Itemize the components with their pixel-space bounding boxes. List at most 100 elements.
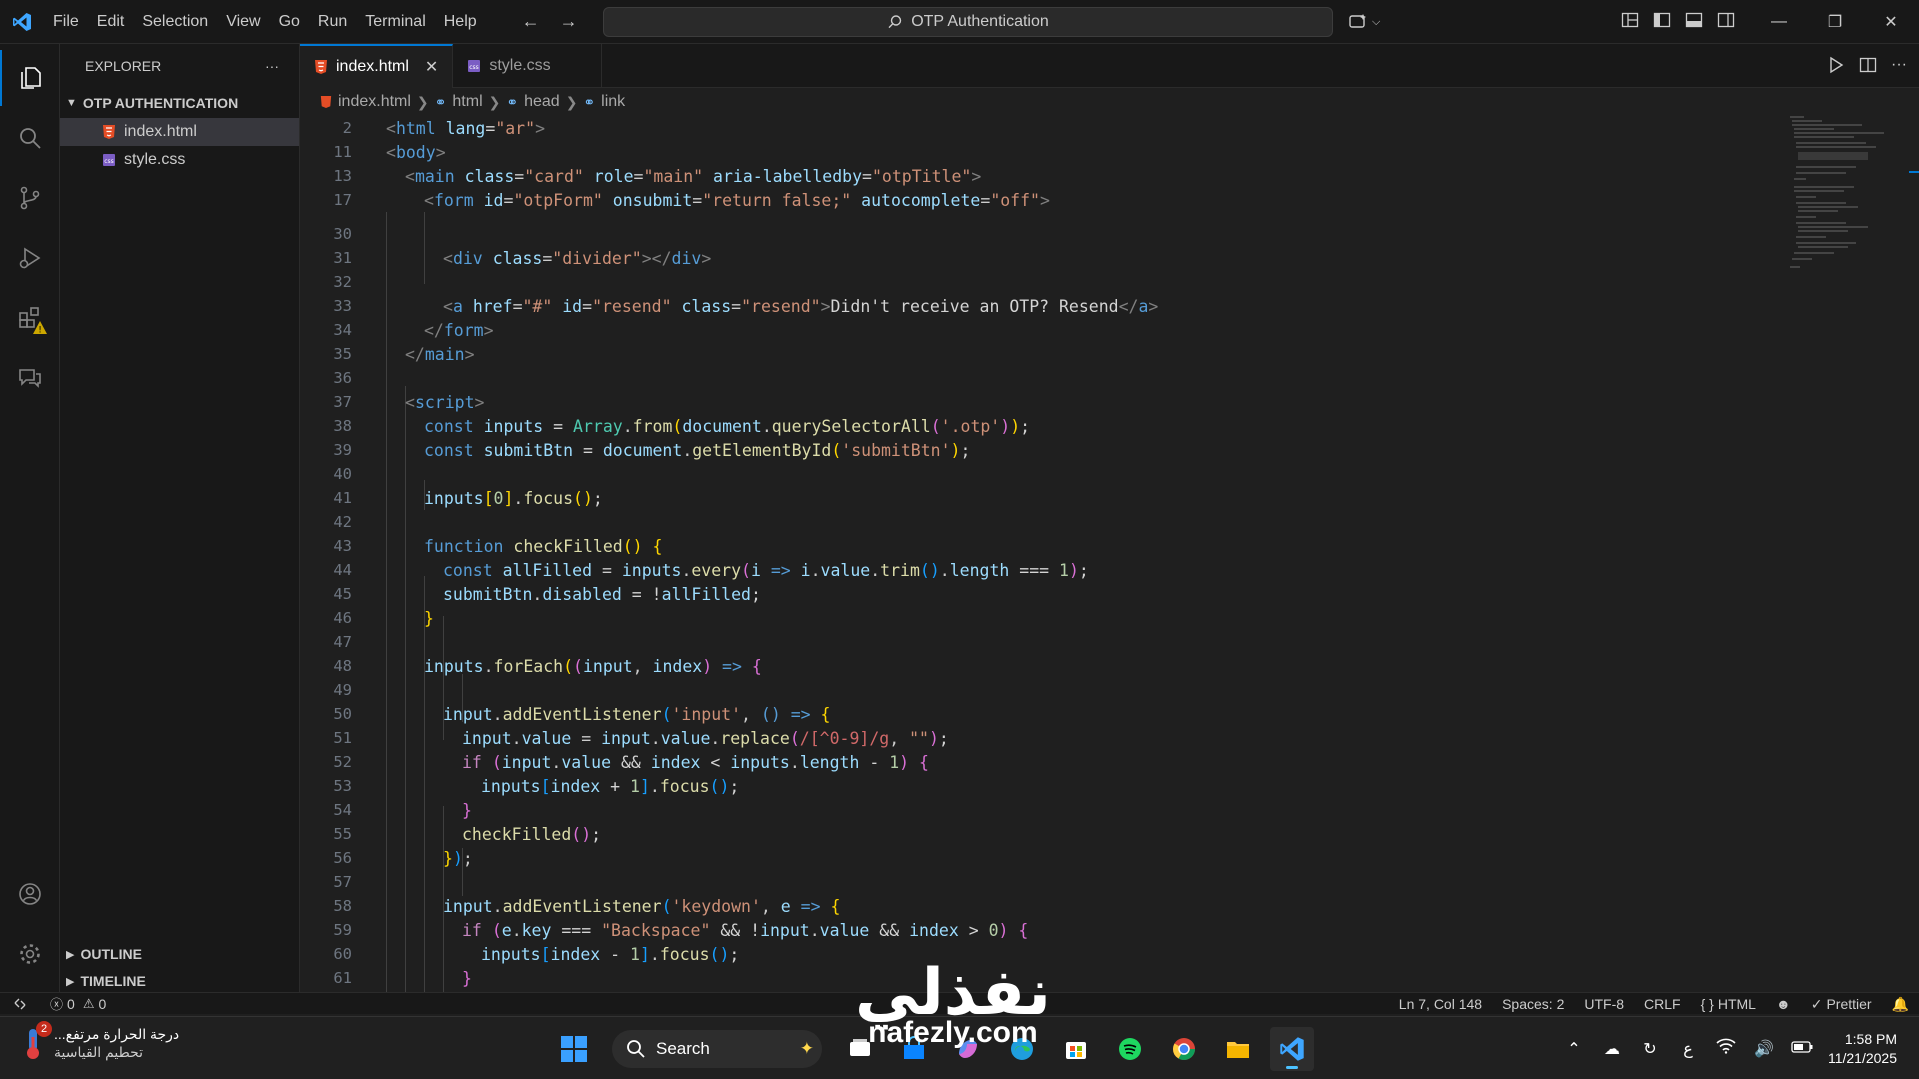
toggle-secondary-sidebar-icon[interactable] xyxy=(1716,10,1736,30)
microsoft-store-icon[interactable] xyxy=(1054,1027,1098,1071)
code-token: </ xyxy=(1118,296,1139,316)
breadcrumb-item[interactable]: link xyxy=(601,93,625,111)
indentation[interactable]: Spaces: 2 xyxy=(1492,996,1574,1012)
menu-view[interactable]: View xyxy=(217,13,269,31)
remote-indicator-icon[interactable] xyxy=(0,993,40,1015)
code-token: div xyxy=(671,248,702,268)
chevron-right-icon: ❯ xyxy=(565,93,578,110)
problems-indicator[interactable]: ⓧ 0 ⚠ 0 xyxy=(40,994,116,1013)
code-token: && xyxy=(611,752,651,772)
input-language[interactable]: ع xyxy=(1676,1039,1700,1059)
code-token: allFilled xyxy=(502,560,593,580)
weather-widget[interactable]: 2 درجة الحرارة مرتفع... تحطيم القياسية xyxy=(20,1021,179,1061)
code-token: "card" xyxy=(524,166,584,186)
battery-icon[interactable] xyxy=(1790,1040,1814,1058)
menu-run[interactable]: Run xyxy=(309,13,356,31)
line-number: 40 xyxy=(333,465,352,483)
tab-style-css[interactable]: css style.css xyxy=(453,44,602,88)
menu-file[interactable]: File xyxy=(44,13,88,31)
search-view-icon[interactable] xyxy=(0,110,60,166)
status-bar-right: Ln 7, Col 148 Spaces: 2 UTF-8 CRLF { } HT… xyxy=(1389,993,1919,1015)
code-token: index xyxy=(550,944,601,964)
vscode-taskbar-icon[interactable] xyxy=(1270,1027,1314,1071)
code-token: if xyxy=(462,752,482,772)
sync-icon[interactable]: ↻ xyxy=(1638,1039,1662,1059)
menu-edit[interactable]: Edit xyxy=(88,13,134,31)
timeline-section-header[interactable]: ▶ TIMELINE xyxy=(60,970,300,992)
run-debug-icon[interactable] xyxy=(0,230,60,286)
menu-selection[interactable]: Selection xyxy=(133,13,217,31)
explorer-icon[interactable] xyxy=(0,50,60,106)
menu-help[interactable]: Help xyxy=(435,13,486,31)
code-token: inputs xyxy=(730,752,790,772)
menu-terminal[interactable]: Terminal xyxy=(356,13,434,31)
split-editor-icon[interactable] xyxy=(1859,56,1877,74)
breadcrumb-item[interactable]: index.html xyxy=(338,93,411,111)
end-of-line[interactable]: CRLF xyxy=(1634,996,1691,1012)
html-file-icon xyxy=(103,125,115,139)
minimap[interactable] xyxy=(1790,116,1910,316)
spotify-icon[interactable] xyxy=(1108,1027,1152,1071)
copilot-status-icon[interactable]: ☻ xyxy=(1766,996,1801,1012)
code-token: i xyxy=(800,560,811,580)
folder-section-header[interactable]: ▼ OTP AUTHENTICATION xyxy=(60,92,299,114)
chat-icon[interactable] xyxy=(0,350,60,406)
onedrive-cloud-icon[interactable]: ☁ xyxy=(1600,1039,1624,1059)
more-actions-icon[interactable]: ··· xyxy=(265,58,279,74)
wifi-icon[interactable] xyxy=(1714,1038,1738,1059)
code-line: 35 </main> xyxy=(300,342,1780,366)
breadcrumb-item[interactable]: html xyxy=(452,93,482,111)
code-token: === xyxy=(1009,560,1059,580)
windows-start-icon[interactable] xyxy=(552,1027,596,1071)
close-window-icon[interactable]: ✕ xyxy=(1863,0,1919,44)
code-token: 0 xyxy=(988,920,999,940)
line-number: 46 xyxy=(333,609,352,627)
volume-icon[interactable]: 🔊 xyxy=(1752,1039,1776,1059)
html-file-icon xyxy=(315,60,327,74)
menu-go[interactable]: Go xyxy=(270,13,309,31)
settings-gear-icon[interactable] xyxy=(0,926,60,982)
close-tab-icon[interactable]: ✕ xyxy=(425,57,438,77)
code-token: script xyxy=(414,392,475,412)
tab-index-html[interactable]: index.html ✕ xyxy=(300,44,454,88)
toggle-panel-icon[interactable] xyxy=(1684,10,1704,30)
notifications-bell-icon[interactable]: 🔔 xyxy=(1882,996,1919,1013)
file-item-index-html[interactable]: index.html xyxy=(60,118,299,146)
command-center-search[interactable]: OTP Authentication xyxy=(603,7,1333,37)
language-mode[interactable]: { } HTML xyxy=(1691,996,1766,1012)
code-token: && ! xyxy=(710,920,761,940)
customize-layout-icon[interactable] xyxy=(1620,10,1640,30)
more-actions-icon[interactable]: ··· xyxy=(1891,56,1907,74)
extensions-icon[interactable]: ! xyxy=(0,290,60,346)
code-token: '.otp' xyxy=(940,416,1001,436)
code-editor[interactable]: 2 <html lang="ar"> 11 <body> 13 <main class… xyxy=(300,116,1780,992)
chevron-up-icon[interactable]: ⌃ xyxy=(1562,1039,1586,1059)
symbol-icon: ⚭ xyxy=(506,93,519,110)
file-explorer-icon[interactable] xyxy=(1216,1027,1260,1071)
system-clock[interactable]: 1:58 PM 11/21/2025 xyxy=(1828,1030,1897,1068)
toggle-primary-sidebar-icon[interactable] xyxy=(1652,10,1672,30)
account-icon[interactable] xyxy=(0,866,60,922)
minimize-icon[interactable]: — xyxy=(1751,0,1807,44)
code-token: input xyxy=(462,728,512,748)
encoding[interactable]: UTF-8 xyxy=(1574,996,1634,1012)
copilot-button[interactable]: ⌵ xyxy=(1348,10,1388,34)
code-line: 56}); xyxy=(300,846,1780,870)
run-icon[interactable] xyxy=(1827,56,1845,74)
code-token: ></ xyxy=(641,248,672,268)
chrome-icon[interactable] xyxy=(1162,1027,1206,1071)
clock-time: 1:58 PM xyxy=(1844,1030,1897,1047)
breadcrumb-item[interactable]: head xyxy=(524,93,560,111)
outline-section-header[interactable]: ▶ OUTLINE xyxy=(60,943,300,965)
restore-icon[interactable]: ❐ xyxy=(1807,0,1863,44)
back-arrow-icon[interactable]: ← xyxy=(522,11,540,32)
code-token: "off" xyxy=(990,190,1040,210)
prettier-status[interactable]: ✓ Prettier xyxy=(1801,996,1882,1013)
forward-arrow-icon[interactable]: → xyxy=(560,11,578,32)
source-control-icon[interactable] xyxy=(0,170,60,226)
code-line: 34 </form> xyxy=(300,318,1780,342)
clock-date: 11/21/2025 xyxy=(1827,1049,1897,1066)
cursor-position[interactable]: Ln 7, Col 148 xyxy=(1389,996,1492,1012)
file-item-style-css[interactable]: css style.css xyxy=(60,146,299,174)
taskbar-search[interactable]: Search ✦ xyxy=(612,1030,822,1068)
